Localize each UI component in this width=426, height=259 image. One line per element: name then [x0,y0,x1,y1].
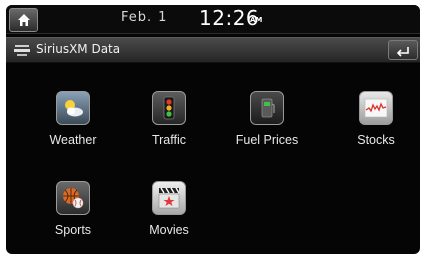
status-bar: Feb. 1 12:26 AM [6,5,420,34]
home-icon [18,14,30,26]
traffic-light-icon [152,91,186,125]
clock-ampm: AM [250,16,263,24]
app-label: Stocks [357,133,395,147]
app-sports[interactable]: Sports [28,181,118,251]
app-traffic[interactable]: Traffic [124,91,214,161]
weather-icon [56,91,90,125]
clapperboard-icon [152,181,186,215]
stocks-chart-icon [359,91,393,125]
fuel-pump-icon [250,91,284,125]
app-fuel-prices[interactable]: Fuel Prices [222,91,312,161]
date-month: Feb. [121,10,153,25]
app-label: Sports [54,223,92,237]
app-label: Fuel Prices [235,133,299,147]
app-movies[interactable]: Movies [124,181,214,251]
siriusxm-logo-icon [14,45,30,56]
head-unit-screen: Feb. 1 12:26 AM SiriusXM Data Weather Tr… [6,5,420,254]
app-label: Movies [149,223,189,237]
title-bar: SiriusXM Data [6,37,420,63]
page-title: SiriusXM Data [36,42,121,56]
back-arrow-icon [396,47,409,57]
home-button[interactable] [9,8,38,32]
date-display: Feb. 1 [121,10,167,25]
back-button[interactable] [388,40,418,60]
app-stocks[interactable]: Stocks [331,91,420,161]
date-day: 1 [158,10,168,25]
app-label: Traffic [151,133,187,147]
app-weather[interactable]: Weather [28,91,118,161]
app-label: Weather [49,133,97,147]
sports-balls-icon [56,181,90,215]
